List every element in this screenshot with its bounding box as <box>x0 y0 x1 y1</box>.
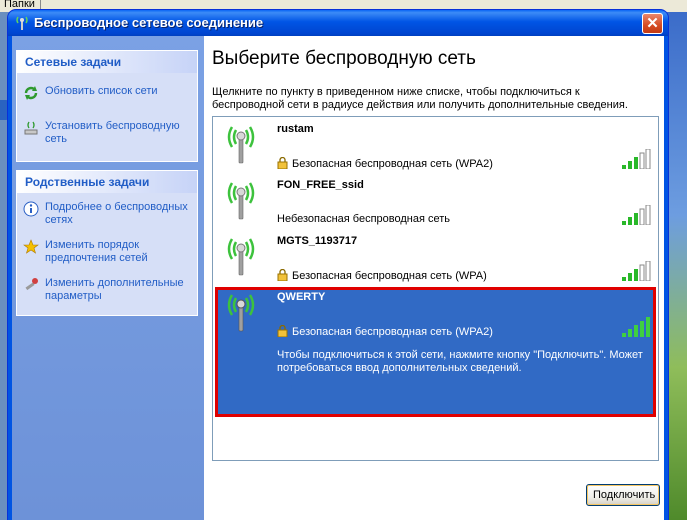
lock-icon <box>277 325 288 337</box>
title-bar[interactable]: Беспроводное сетевое соединение ✕ <box>8 10 668 36</box>
network-security: Небезопасная беспроводная сеть <box>277 213 451 225</box>
signal-strength-icon <box>622 261 651 281</box>
security-label: Безопасная беспроводная сеть (WPA2) <box>292 326 493 338</box>
task-learn-wireless[interactable]: Подробнее о беспроводных сетях <box>17 201 197 227</box>
task-label: Изменить порядок предпочтения сетей <box>45 239 148 264</box>
task-label: Установить беспроводную сеть <box>45 120 180 145</box>
page-title: Выберите беспроводную сеть <box>212 48 476 69</box>
task-pane: Сетевые задачи Обновить список сети Уста… <box>12 36 204 520</box>
network-ssid: rustam <box>277 123 314 135</box>
network-security: Безопасная беспроводная сеть (WPA) <box>277 269 487 282</box>
related-tasks-title[interactable]: Родственные задачи <box>17 171 197 193</box>
task-label: Подробнее о беспроводных сетях <box>45 201 188 226</box>
wireless-icon <box>16 16 28 30</box>
network-tasks-title[interactable]: Сетевые задачи <box>17 51 197 73</box>
network-item-qwerty[interactable]: QWERTY Безопасная беспроводная сеть (WPA… <box>215 287 656 417</box>
network-ssid: QWERTY <box>277 291 326 303</box>
security-label: Безопасная беспроводная сеть (WPA2) <box>292 158 493 170</box>
wireless-antenna-icon <box>227 294 255 332</box>
network-item-rustam[interactable]: rustam Безопасная беспроводная сеть (WPA… <box>215 119 656 173</box>
task-advanced-settings[interactable]: Изменить дополнительные параметры <box>17 277 197 303</box>
task-change-order[interactable]: Изменить порядок предпочтения сетей <box>17 239 197 265</box>
desktop-wallpaper-edge <box>667 12 687 520</box>
related-tasks-group: Родственные задачи Подробнее о беспровод… <box>16 170 198 316</box>
task-refresh-network-list[interactable]: Обновить список сети <box>17 85 197 100</box>
info-icon <box>23 201 39 217</box>
network-list[interactable]: rustam Безопасная беспроводная сеть (WPA… <box>212 116 659 461</box>
wireless-setup-icon <box>24 121 38 135</box>
wireless-antenna-icon <box>227 238 255 276</box>
task-label: Обновить список сети <box>45 85 158 97</box>
page-description: Щелкните по пункту в приведенном ниже сп… <box>212 86 628 111</box>
lock-icon <box>277 157 288 169</box>
star-icon <box>23 239 39 254</box>
security-label: Безопасная беспроводная сеть (WPA) <box>292 270 487 282</box>
wireless-antenna-icon <box>227 182 255 220</box>
network-item-fon-free[interactable]: FON_FREE_ssid Небезопасная беспроводная … <box>215 175 656 229</box>
settings-icon <box>25 278 38 291</box>
lock-icon <box>277 269 288 281</box>
window-client: Сетевые задачи Обновить список сети Уста… <box>12 36 664 520</box>
network-ssid: MGTS_1193717 <box>277 235 358 247</box>
network-tasks-group: Сетевые задачи Обновить список сети Уста… <box>16 50 198 162</box>
signal-strength-icon <box>622 317 650 337</box>
refresh-icon <box>24 86 38 100</box>
connect-button[interactable]: Подключить <box>586 484 660 506</box>
network-ssid: FON_FREE_ssid <box>277 179 364 191</box>
network-security: Безопасная беспроводная сеть (WPA2) <box>277 157 493 170</box>
close-button[interactable]: ✕ <box>642 13 663 34</box>
connect-hint: Чтобы подключиться к этой сети, нажмите … <box>277 349 643 374</box>
network-item-mgts[interactable]: MGTS_1193717 Безопасная беспроводная сет… <box>215 231 656 285</box>
wireless-antenna-icon <box>227 126 255 164</box>
task-setup-wireless[interactable]: Установить беспроводную сеть <box>17 120 197 146</box>
wireless-connection-window: Беспроводное сетевое соединение ✕ Сетевы… <box>8 10 668 520</box>
signal-strength-icon <box>622 149 651 169</box>
task-label: Изменить дополнительные параметры <box>45 277 184 302</box>
close-icon: ✕ <box>646 15 659 32</box>
window-title: Беспроводное сетевое соединение <box>34 15 264 30</box>
network-list-panel: Выберите беспроводную сеть Щелкните по п… <box>204 36 664 520</box>
network-security: Безопасная беспроводная сеть (WPA2) <box>277 325 493 338</box>
folders-label: Папки <box>4 0 35 10</box>
signal-strength-icon <box>622 205 651 225</box>
